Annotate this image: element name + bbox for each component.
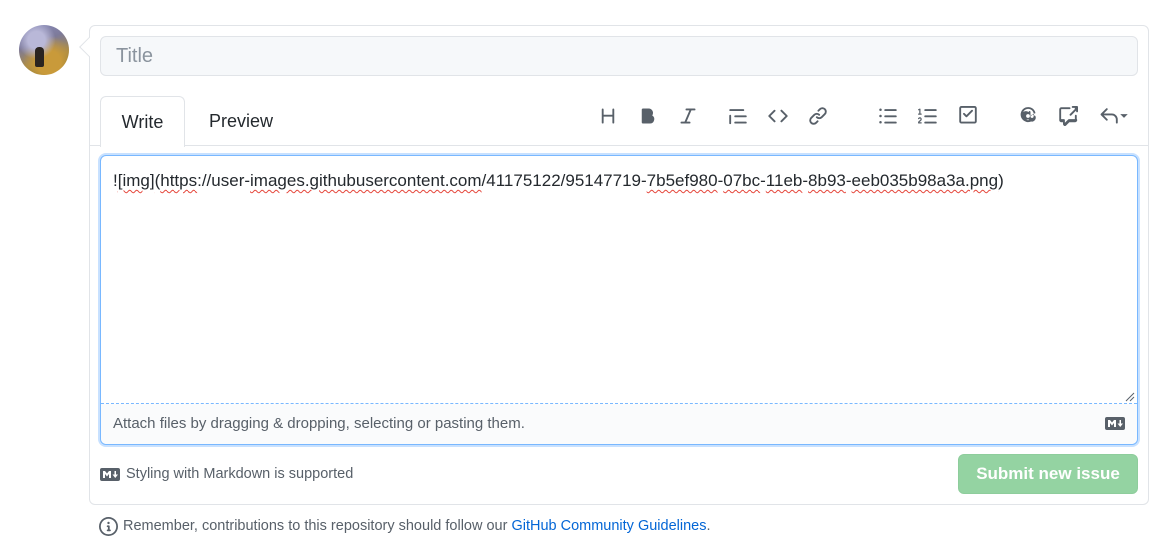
- quote-icon[interactable]: [726, 104, 750, 128]
- editor-tabs: Write Preview: [90, 96, 1148, 147]
- url-segment: 11eb: [765, 171, 803, 190]
- heading-icon[interactable]: [596, 104, 620, 128]
- user-avatar: [19, 25, 69, 75]
- url-segment: 8b93: [808, 171, 846, 190]
- form-footer: Styling with Markdown is supported Submi…: [100, 454, 1138, 494]
- comment-textarea[interactable]: ![img](https://user-images.githubusercon…: [101, 156, 1137, 404]
- reply-icon[interactable]: [1096, 104, 1132, 128]
- url-segment: https: [160, 171, 198, 190]
- reference-icon[interactable]: [1056, 104, 1080, 128]
- url-segment: /41175122/95147719-: [481, 171, 647, 190]
- markdown-icon: [100, 467, 120, 481]
- unordered-list-icon[interactable]: [876, 104, 900, 128]
- markdown-icon: [1105, 417, 1125, 430]
- info-icon: [99, 516, 118, 536]
- mention-icon[interactable]: [1016, 104, 1040, 128]
- chevron-down-icon: [1120, 114, 1128, 118]
- url-segment: eeb035b98a3a.png: [851, 171, 999, 190]
- attach-files-bar[interactable]: Attach files by dragging & dropping, sel…: [101, 404, 1137, 444]
- code-icon[interactable]: [766, 104, 790, 128]
- url-segment: images.githubusercontent.com: [250, 171, 482, 190]
- url-segment: 07bc: [723, 171, 761, 190]
- markdown-toolbar: [90, 96, 1148, 136]
- attach-hint: Attach files by dragging & dropping, sel…: [113, 415, 525, 432]
- italic-icon[interactable]: [676, 104, 700, 128]
- contribution-guidelines-note: Remember, contributions to this reposito…: [99, 514, 711, 538]
- community-guidelines-link[interactable]: GitHub Community Guidelines: [511, 518, 706, 534]
- url-segment: ://user-: [197, 171, 251, 190]
- ordered-list-icon[interactable]: [916, 104, 940, 128]
- resize-handle[interactable]: [1125, 392, 1135, 402]
- bold-icon[interactable]: [636, 104, 660, 128]
- link-icon[interactable]: [806, 104, 830, 128]
- comment-editor[interactable]: ![img](https://user-images.githubusercon…: [100, 155, 1138, 445]
- markdown-support-note[interactable]: Styling with Markdown is supported: [100, 454, 353, 494]
- issue-title-input[interactable]: [100, 36, 1138, 76]
- new-issue-form: Write Preview: [89, 25, 1149, 505]
- task-list-icon[interactable]: [956, 104, 980, 128]
- submit-new-issue-button[interactable]: Submit new issue: [958, 454, 1138, 494]
- url-segment: 7b5ef980: [646, 171, 718, 190]
